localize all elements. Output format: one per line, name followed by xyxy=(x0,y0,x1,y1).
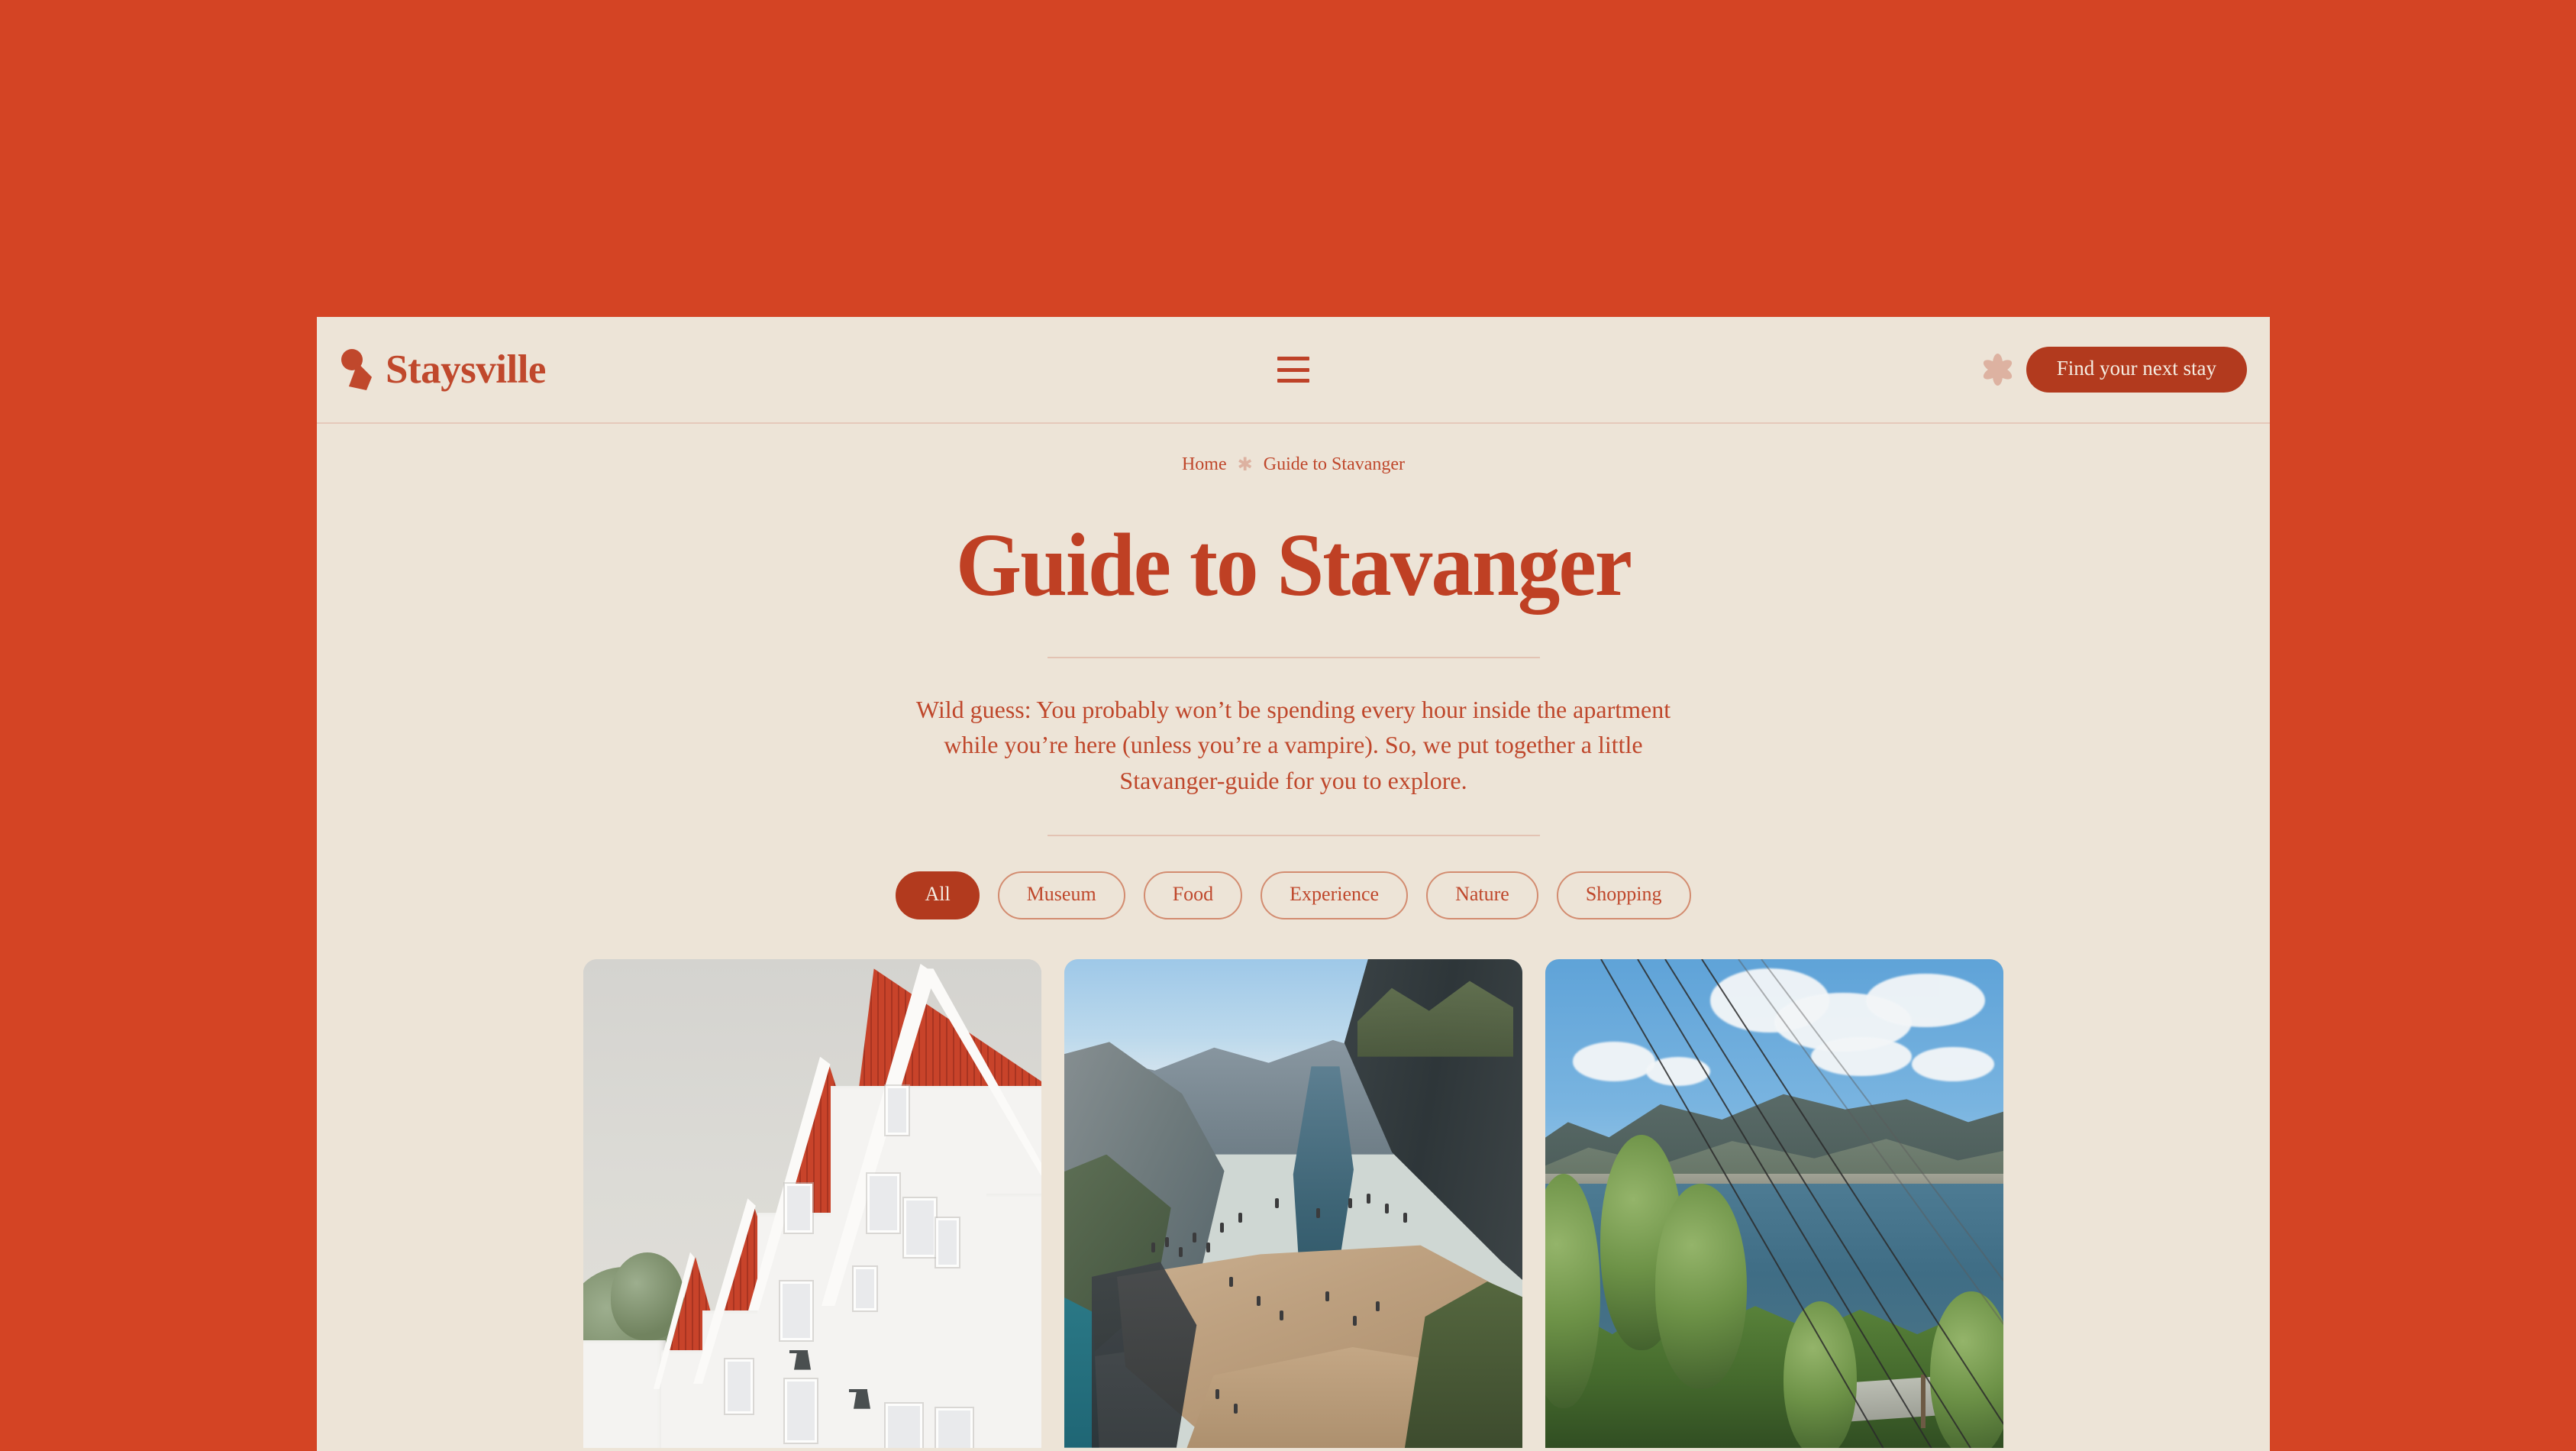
guide-card[interactable] xyxy=(1064,958,1522,1448)
brand-name: Staysville xyxy=(386,347,546,392)
hamburger-bar-1 xyxy=(1277,357,1309,360)
breadcrumb: Home ✱ Guide to Stavanger xyxy=(317,454,2270,475)
divider-above-lede xyxy=(1047,657,1540,659)
old-stavanger-white-houses-photo xyxy=(583,958,1041,1448)
hero-section: Guide to Stavanger Wild guess: You proba… xyxy=(317,519,2270,836)
hamburger-bar-3 xyxy=(1277,379,1309,383)
guide-card[interactable] xyxy=(1545,958,2003,1448)
category-filter-bar: All Museum Food Experience Nature Shopping xyxy=(317,871,2270,919)
hamburger-bar-2 xyxy=(1277,367,1309,372)
breadcrumb-item-home[interactable]: Home xyxy=(1182,454,1227,475)
divider-below-lede xyxy=(1047,834,1540,836)
staysville-logo-icon xyxy=(340,347,373,392)
guide-card-grid xyxy=(317,958,2270,1448)
filter-pill-museum[interactable]: Museum xyxy=(997,871,1125,919)
lysefjord-viewpoint-photo xyxy=(1545,958,2003,1448)
header-actions: Find your next stay xyxy=(1980,347,2247,393)
site-header: Staysville Find your next stay xyxy=(317,317,2270,424)
asterisk-separator-icon: ✱ xyxy=(1237,454,1253,475)
page-title: Guide to Stavanger xyxy=(955,515,1632,615)
hero-lede: Wild guess: You probably won’t be spendi… xyxy=(915,696,1671,794)
filter-pill-food[interactable]: Food xyxy=(1143,871,1243,919)
breadcrumb-item-current: Guide to Stavanger xyxy=(1263,454,1406,474)
flower-asterisk-icon xyxy=(1980,352,2016,387)
guide-card[interactable] xyxy=(583,958,1041,1448)
page-container: Staysville Find your next stay Home ✱ Gu… xyxy=(317,317,2270,1451)
brand-logo-link[interactable]: Staysville xyxy=(340,347,546,392)
filter-pill-experience[interactable]: Experience xyxy=(1261,871,1409,919)
find-your-next-stay-button[interactable]: Find your next stay xyxy=(2026,347,2247,393)
filter-pill-shopping[interactable]: Shopping xyxy=(1556,871,1691,919)
filter-pill-all[interactable]: All xyxy=(896,871,980,919)
preikestolen-pulpit-rock-photo xyxy=(1064,958,1522,1448)
hamburger-menu-icon[interactable] xyxy=(1273,353,1313,386)
filter-pill-nature[interactable]: Nature xyxy=(1426,871,1538,919)
